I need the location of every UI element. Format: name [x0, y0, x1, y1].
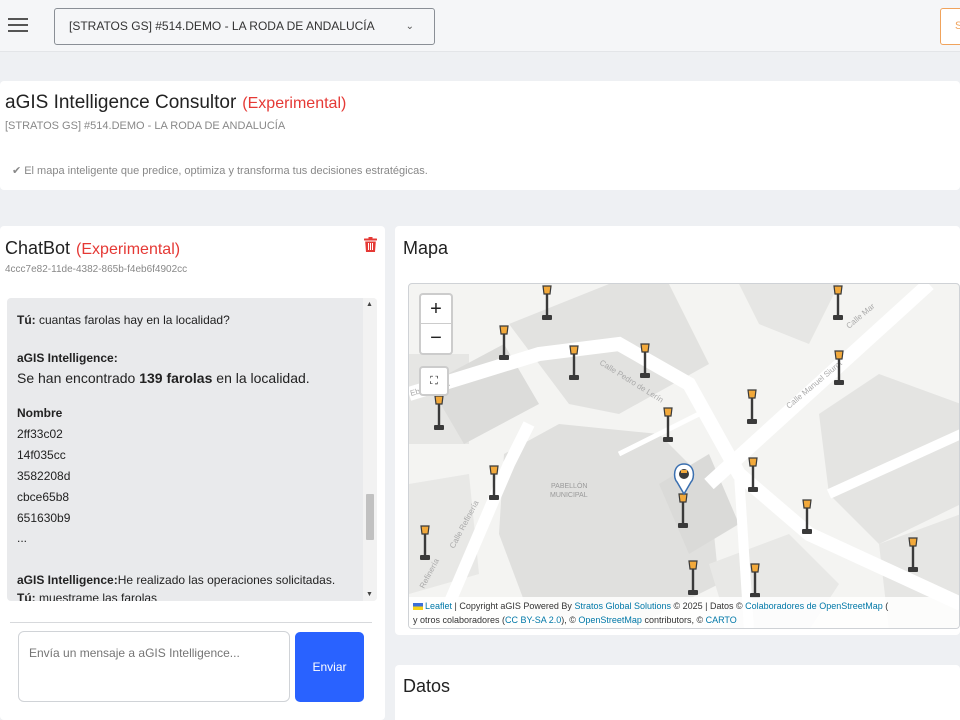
menu-icon[interactable]	[8, 18, 28, 34]
zoom-in-button[interactable]: +	[421, 295, 451, 324]
message-text-post: en la localidad.	[212, 370, 310, 386]
divider	[10, 622, 372, 623]
attribution-text: ), ©	[561, 615, 579, 625]
street-label: Calle Mar	[845, 301, 877, 330]
experimental-badge: (Experimental)	[242, 95, 347, 112]
attribution-text: (	[882, 601, 889, 611]
project-select-value: [STRATOS GS] #514.DEMO - LA RODA DE ANDA…	[69, 19, 375, 33]
message-author-label: aGIS Intelligence:	[17, 351, 118, 365]
scroll-down-icon[interactable]: ▼	[366, 591, 373, 598]
message-input[interactable]	[18, 631, 290, 702]
page-title-text: aGIS Intelligence Consultor	[5, 92, 237, 113]
message-author: aGIS Intelligence:	[17, 573, 118, 587]
map-attribution: Leaflet | Copyright aGIS Powered By Stra…	[409, 597, 959, 628]
carto-link[interactable]: CARTO	[706, 615, 737, 625]
chatbot-experimental-badge: (Experimental)	[76, 241, 181, 258]
ukraine-flag-icon	[413, 603, 423, 610]
streetlight-marker[interactable]	[747, 389, 757, 424]
openstreetmap-link[interactable]: OpenStreetMap	[578, 615, 642, 625]
osm-collaborators-link[interactable]: Colaboradores de OpenStreetMap	[745, 601, 883, 611]
message-text-count: 139 farolas	[139, 370, 213, 386]
tagline: ✔ El mapa inteligente que predice, optimi…	[12, 164, 428, 177]
tagline-text: El mapa inteligente que predice, optimiz…	[24, 165, 428, 177]
chat-message-bot: aGIS Intelligence:He realizado las opera…	[17, 572, 335, 588]
top-right-button[interactable]: S	[940, 8, 960, 45]
top-bar: [STRATOS GS] #514.DEMO - LA RODA DE ANDA…	[0, 0, 960, 52]
attribution-text: y otros colaboradores (	[413, 615, 506, 625]
map-tiles[interactable]: Calle Pedro de Lerín Calle Manuel Siurot…	[409, 284, 960, 629]
zoom-out-button[interactable]: −	[421, 324, 451, 353]
ccbysa-link[interactable]: CC BY-SA 2.0	[505, 615, 561, 625]
chatbot-title-text: ChatBot	[5, 238, 71, 258]
attribution-text: | Copyright aGIS Powered By	[452, 601, 575, 611]
scroll-up-icon[interactable]: ▲	[366, 301, 373, 308]
results-column-name: Nombre	[17, 406, 63, 420]
stratos-link[interactable]: Stratos Global Solutions	[574, 601, 671, 611]
map-title: Mapa	[403, 238, 449, 258]
scrollbar-thumb[interactable]	[366, 494, 374, 540]
streetlight-marker[interactable]	[833, 285, 843, 320]
chat-message-user: Tú: muestrame las farolas	[17, 590, 157, 601]
table-row: 2ff33c02	[17, 427, 63, 441]
chatbot-title: ChatBot (Experimental)	[5, 238, 180, 259]
trash-icon[interactable]	[364, 237, 377, 252]
message-text-pre: Se han encontrado	[17, 370, 140, 386]
results-table-header: Nombre	[17, 405, 62, 421]
chatbot-card: ChatBot (Experimental) 4ccc7e82-11de-4382…	[0, 226, 385, 720]
message-author: Tú:	[17, 313, 36, 327]
page-title: aGIS Intelligence Consultor (Experimental…	[5, 92, 346, 114]
zoom-control: + −	[419, 293, 453, 355]
attribution-text: © 2025 | Datos ©	[671, 601, 746, 611]
table-row: 3582208d	[17, 469, 71, 483]
leaflet-link[interactable]: Leaflet	[425, 601, 452, 611]
header-card: aGIS Intelligence Consultor (Experimental…	[0, 81, 960, 190]
building-label: MUNICIPAL	[550, 492, 588, 499]
table-row: ...	[17, 531, 28, 545]
chat-message-bot: Se han encontrado 139 farolas en la loca…	[17, 369, 310, 387]
message-author: Tú:	[17, 591, 36, 601]
attribution-text: contributors, ©	[641, 615, 706, 625]
message-text: muestrame las farolas	[35, 591, 158, 601]
check-icon: ✔	[12, 165, 22, 177]
fullscreen-icon[interactable]: ⛶	[419, 366, 449, 396]
page-subtitle: [STRATOS GS] #514.DEMO - LA RODA DE ANDA…	[5, 120, 286, 132]
message-text: cuantas farolas hay en la localidad?	[35, 313, 230, 327]
data-card: Datos	[395, 665, 960, 720]
table-row: cbce65b8	[17, 490, 70, 504]
map-view[interactable]: Calle Pedro de Lerín Calle Manuel Siurot…	[408, 283, 960, 629]
message-text: He realizado las operaciones solicitadas…	[117, 573, 336, 587]
table-row: 14f035cc	[17, 448, 66, 462]
project-select[interactable]: [STRATOS GS] #514.DEMO - LA RODA DE ANDA…	[54, 8, 435, 45]
chat-scrollbar[interactable]: ▲ ▼	[363, 298, 377, 601]
chat-session-id: 4ccc7e82-11de-4382-865b-f4eb6f4902cc	[5, 264, 188, 275]
message-author: aGIS Intelligence:	[17, 350, 118, 366]
map-card: Mapa Calle Pedro de Lerín Calle Manuel S…	[395, 226, 960, 635]
send-button[interactable]: Enviar	[295, 632, 364, 702]
chevron-down-icon: ⌄	[405, 21, 414, 32]
table-row: 651630b9	[17, 511, 71, 525]
building-label: PABELLÓN	[551, 481, 587, 490]
chat-log[interactable]: Tú: cuantas farolas hay en la localidad?…	[7, 298, 377, 601]
data-title: Datos	[403, 676, 451, 696]
chat-message-user: Tú: cuantas farolas hay en la localidad?	[17, 312, 230, 328]
